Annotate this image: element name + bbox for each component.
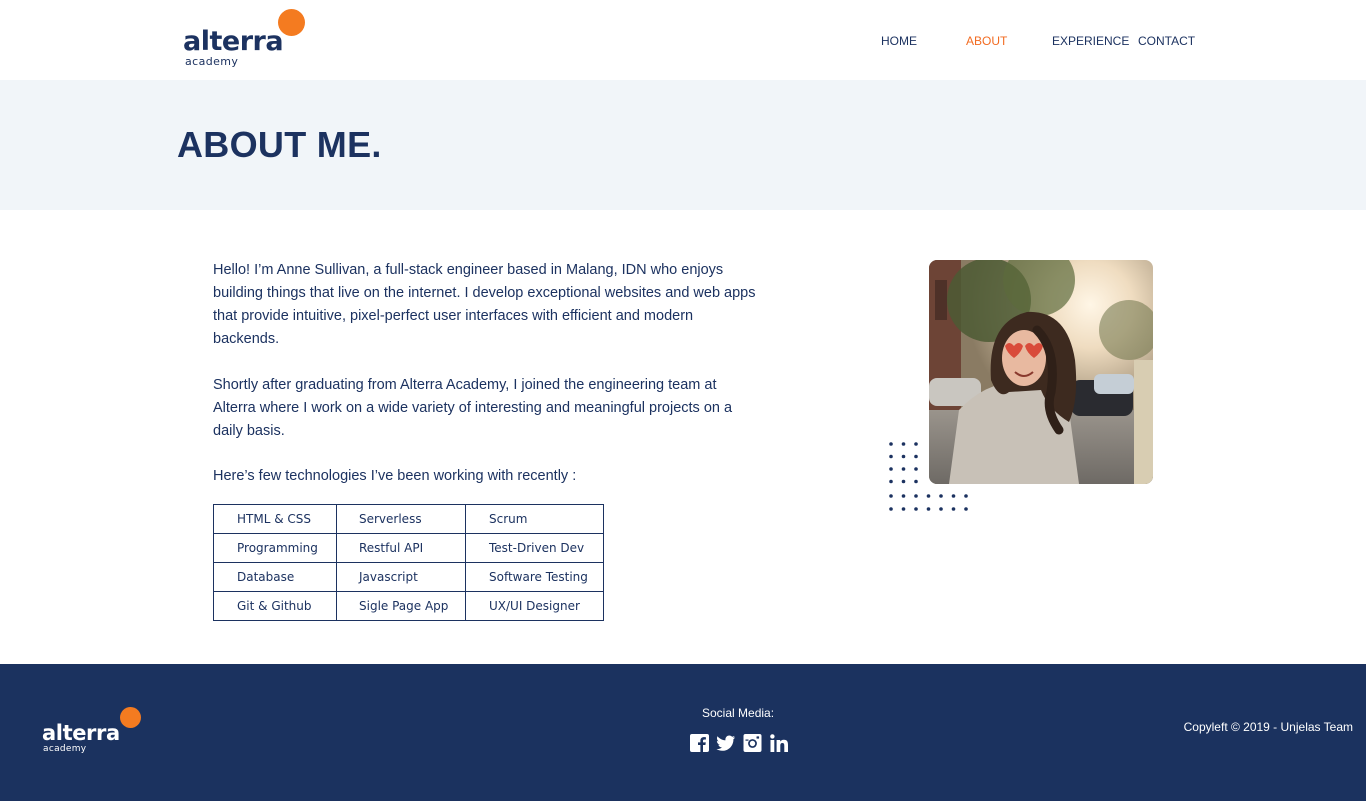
linkedin-icon[interactable]	[770, 734, 789, 752]
footer-logo-orange-dot	[120, 707, 141, 728]
table-row: Database Javascript Software Testing	[213, 562, 604, 592]
footer-logo-subtitle: academy	[43, 744, 87, 754]
nav-experience[interactable]: EXPERIENCE	[1052, 34, 1129, 48]
technologies-intro: Here’s few technologies I’ve been workin…	[213, 468, 577, 484]
table-cell: UX/UI Designer	[465, 591, 604, 621]
copyright-text: Copyleft © 2019 - Unjelas Team	[1183, 720, 1353, 734]
about-paragraph-intro: Hello! I’m Anne Sullivan, a full-stack e…	[213, 262, 756, 347]
facebook-icon[interactable]	[690, 734, 709, 752]
logo-word: alterra	[183, 26, 284, 57]
instagram-icon[interactable]	[743, 734, 762, 752]
nav-about[interactable]: ABOUT	[966, 34, 1007, 48]
table-cell: Restful API	[336, 533, 466, 563]
footer-alterra-logo[interactable]: alterra academy	[42, 707, 147, 759]
table-cell: Software Testing	[465, 562, 604, 592]
table-cell: Sigle Page App	[336, 591, 466, 621]
logo-subtitle: academy	[185, 55, 239, 68]
table-cell: Git & Github	[213, 591, 337, 621]
footer-logo-word: alterra	[42, 721, 120, 745]
about-paragraph-career: Shortly after graduating from Alterra Ac…	[213, 377, 733, 439]
nav-home[interactable]: HOME	[881, 34, 917, 48]
table-cell: Database	[213, 562, 337, 592]
table-cell: Serverless	[336, 504, 466, 534]
page-hero: ABOUT ME.	[0, 80, 1366, 210]
table-row: HTML & CSS Serverless Scrum	[213, 504, 604, 534]
table-cell: Programming	[213, 533, 337, 563]
page-title: ABOUT ME.	[177, 124, 382, 165]
table-cell: HTML & CSS	[213, 504, 337, 534]
table-row: Git & Github Sigle Page App UX/UI Design…	[213, 591, 604, 621]
social-media-label: Social Media:	[702, 706, 775, 720]
table-cell: Javascript	[336, 562, 466, 592]
technologies-table: HTML & CSS Serverless Scrum Programming …	[213, 504, 604, 621]
site-footer: alterra academy Social Media: Copyleft ©…	[0, 664, 1366, 801]
alterra-logo[interactable]: alterra academy	[183, 9, 308, 71]
table-cell: Test-Driven Dev	[465, 533, 604, 563]
profile-photo	[929, 260, 1153, 484]
table-row: Programming Restful API Test-Driven Dev	[213, 533, 604, 563]
site-header: alterra academy HOME ABOUT EXPERIENCE CO…	[0, 0, 1366, 80]
nav-contact[interactable]: CONTACT	[1138, 34, 1195, 48]
twitter-icon[interactable]	[716, 734, 735, 752]
table-cell: Scrum	[465, 504, 604, 534]
